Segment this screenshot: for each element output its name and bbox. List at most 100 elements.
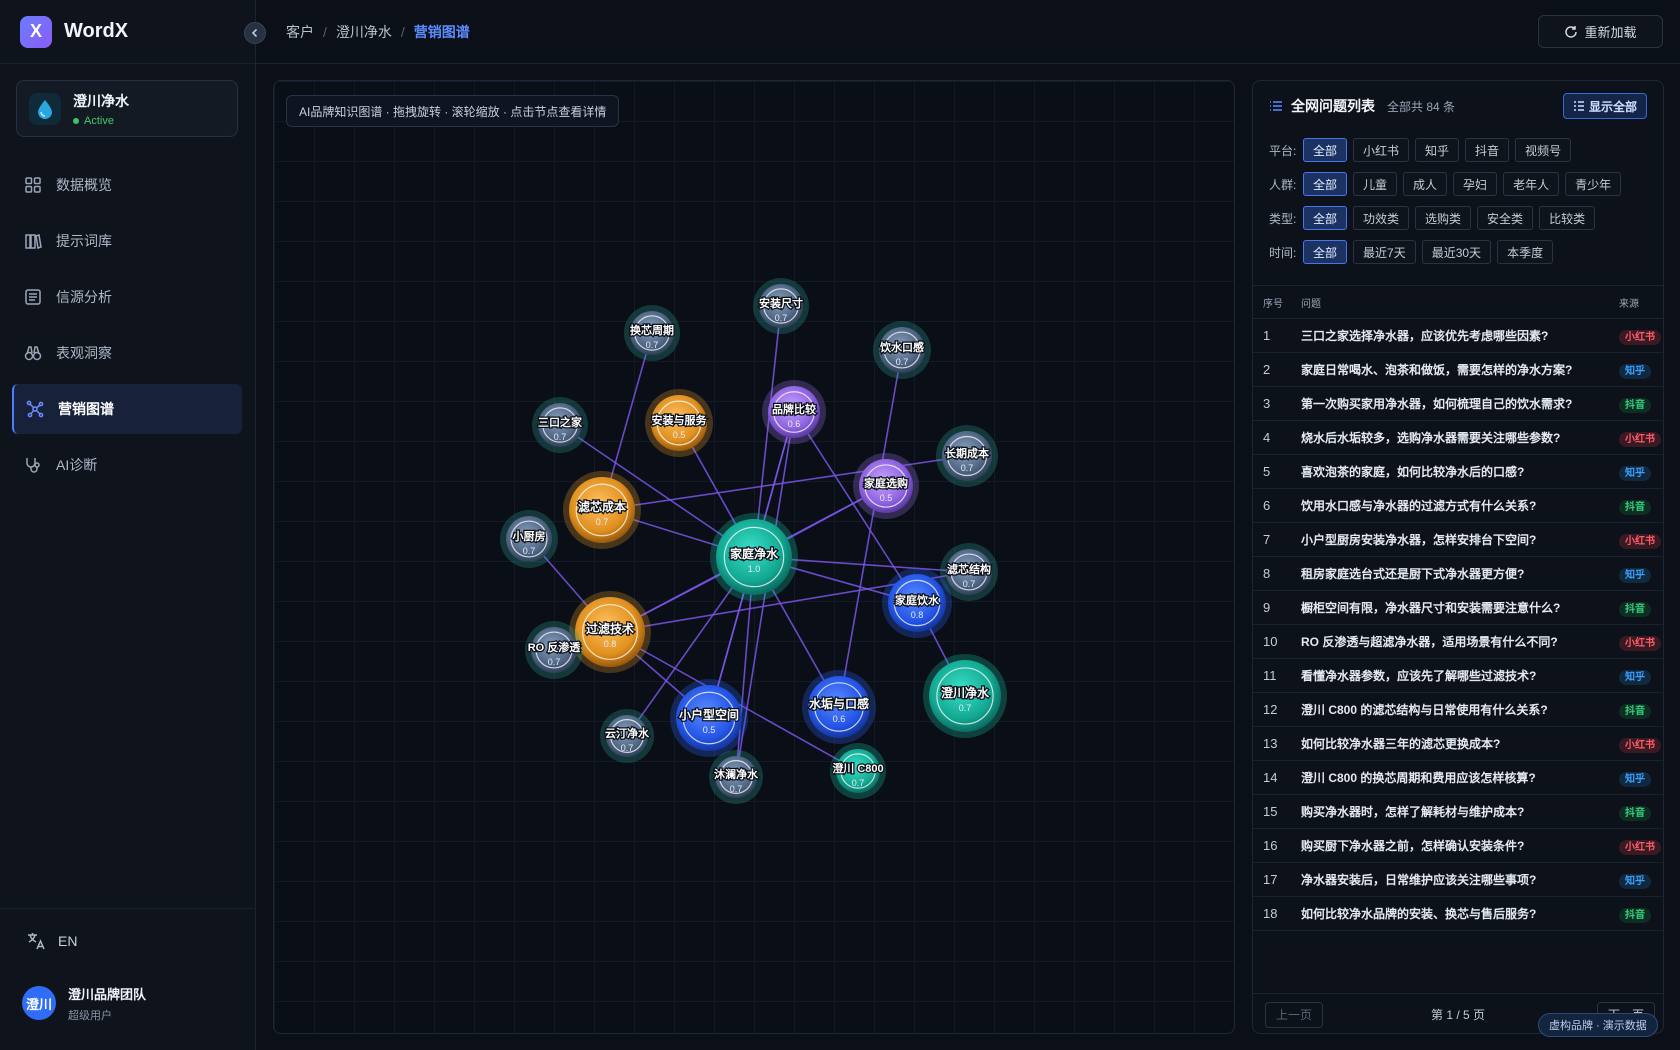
filter-chip[interactable]: 最近30天 [1421,240,1492,264]
status-text: Active [84,114,114,127]
filter-chip[interactable]: 全部 [1303,240,1348,264]
graph-node[interactable]: 滤芯成本 0.7 [563,471,641,549]
filter-chip[interactable]: 青少年 [1565,172,1622,196]
graph-node[interactable]: 小户型空间 0.5 [670,679,748,757]
nav-item-prompts[interactable]: 提示词库 [12,216,242,266]
workspace-status: Active [73,115,129,127]
graph-node[interactable]: 过滤技术 0.8 [569,591,651,673]
filter-chip[interactable]: 最近7天 [1353,240,1416,264]
table-row[interactable]: 1 三口之家选择净水器，应该优先考虑哪些因素? 小红书 [1253,319,1663,353]
filter-label: 时间: [1269,245,1297,260]
prev-page-button[interactable]: 上一页 [1265,1001,1324,1028]
question-list-panel: 全网问题列表 全部共 84 条 显示全部 平台: 全部 小红书 知乎 抖音 视频号 人群: 全… [1252,80,1664,1034]
filter-chip[interactable]: 选购类 [1415,206,1472,230]
table-row[interactable]: 8 租房家庭选台式还是厨下式净水器更方便? 知乎 [1253,557,1663,591]
node-value: 0.7 [730,784,743,794]
table-row[interactable]: 3 第一次购买家用净水器，如何梳理自己的饮水需求? 抖音 [1253,387,1663,421]
reload-button[interactable]: 重新加载 [1538,15,1663,48]
node-value: 0.8 [604,639,617,649]
node-value: 0.7 [963,579,976,589]
node-value: 0.5 [673,430,686,440]
language-toggle[interactable]: EN [0,909,256,973]
filter-chip[interactable]: 比较类 [1539,206,1596,230]
graph-node[interactable]: 小厨房 0.7 [500,510,558,568]
node-label: 澄川 C800 [832,761,883,775]
node-label: 安装与服务 [652,413,708,427]
node-value: 0.6 [788,419,801,429]
breadcrumb-item-clients[interactable]: 客户 [286,22,314,42]
nav-item-ai-diagnosis[interactable]: AI诊断 [12,440,242,490]
question-table: 1 三口之家选择净水器，应该优先考虑哪些因素? 小红书 2 家庭日常喝水、泡茶和做饭，需… [1253,319,1663,931]
graph-node[interactable]: 云汀净水 0.7 [600,709,654,763]
nav-item-insights[interactable]: 表观洞察 [12,328,242,378]
show-all-button[interactable]: 显示全部 [1562,93,1647,119]
graph-node[interactable]: 家庭选购 0.5 [853,453,919,519]
filter-chip[interactable]: 小红书 [1353,138,1410,162]
nav-item-sources[interactable]: 信源分析 [12,272,242,322]
filter-chip[interactable]: 视频号 [1515,138,1572,162]
binoculars-icon [24,346,42,361]
node-label: 小户型空间 [679,707,739,722]
table-row[interactable]: 16 购买厨下净水器之前，怎样确认安装条件? 小红书 [1253,829,1663,863]
panel-title: 全网问题列表 [1291,98,1375,114]
graph-node[interactable]: 饮水口感 0.7 [873,321,931,379]
graph-node[interactable]: 换芯周期 0.7 [624,305,680,361]
table-row[interactable]: 15 购买净水器时，怎样了解耗材与维护成本? 抖音 [1253,795,1663,829]
filter-chip[interactable]: 儿童 [1353,172,1398,196]
breadcrumb-item-client[interactable]: 澄川净水 [336,22,392,42]
breadcrumb-separator: / [323,23,327,40]
node-value: 0.6 [833,714,846,724]
filter-chip[interactable]: 老年人 [1503,172,1560,196]
filter-chip[interactable]: 成人 [1403,172,1448,196]
row-number: 13 [1263,736,1278,751]
knowledge-graph-canvas[interactable]: 家庭净水 1.0 安装尺寸 0.7 换芯周期 0.7 饮水口感 0.7 三口之家 0.7 安装与服务… [273,80,1235,1034]
nav-item-marketing-graph[interactable]: 营销图谱 [12,384,242,434]
language-label: EN [58,933,78,949]
filter-chip[interactable]: 知乎 [1415,138,1460,162]
graph-node[interactable]: 家庭净水 1.0 [710,513,798,601]
node-value: 0.7 [554,432,567,442]
graph-node[interactable]: 家庭饮水 0.8 [882,568,952,638]
user-profile[interactable]: 澄川 澄川品牌团队 超级用户 [0,973,256,1033]
filter-chip[interactable]: 全部 [1303,206,1348,230]
graph-node[interactable]: 沐澜净水 0.7 [709,750,763,804]
filter-chip[interactable]: 全部 [1303,138,1348,162]
filter-chip[interactable]: 孕妇 [1453,172,1498,196]
table-row[interactable]: 9 橱柜空间有限，净水器尺寸和安装需要注意什么? 抖音 [1253,591,1663,625]
table-row[interactable]: 14 澄川 C800 的换芯周期和费用应该怎样核算? 知乎 [1253,761,1663,795]
source-badge: 小红书 [1619,840,1661,855]
table-row[interactable]: 7 小户型厨房安装净水器，怎样安排台下空间? 小红书 [1253,523,1663,557]
table-row[interactable]: 13 如何比较净水器三年的滤芯更换成本? 小红书 [1253,727,1663,761]
graph-node[interactable]: 安装与服务 0.5 [645,389,713,457]
table-row[interactable]: 18 如何比较净水品牌的安装、换芯与售后服务? 抖音 [1253,897,1663,931]
table-row[interactable]: 12 澄川 C800 的滤芯结构与日常使用有什么关系? 抖音 [1253,693,1663,727]
graph-node[interactable]: 安装尺寸 0.7 [753,278,809,334]
graph-node[interactable]: 水垢与口感 0.6 [802,670,876,744]
graph-node[interactable]: RO 反渗透 0.7 [525,621,583,679]
breadcrumb-separator: / [400,23,405,40]
nav-item-overview[interactable]: 数据概览 [12,160,242,210]
filter-chip[interactable]: 功效类 [1353,206,1410,230]
breadcrumb-item-current: 营销图谱 [413,23,470,40]
node-value: 0.7 [548,657,561,667]
graph-node[interactable]: 三口之家 0.7 [532,397,588,453]
graph-svg[interactable]: 家庭净水 1.0 安装尺寸 0.7 换芯周期 0.7 饮水口感 0.7 三口之家 0.7 安装与服务… [274,81,1235,1034]
graph-node[interactable]: 澄川 C800 0.7 [830,743,886,799]
graph-node[interactable]: 品牌比较 0.6 [762,380,826,444]
graph-node[interactable]: 澄川净水 0.7 [923,654,1007,738]
filter-chip[interactable]: 安全类 [1477,206,1534,230]
table-row[interactable]: 17 净水器安装后，日常维护应该关注哪些事项? 知乎 [1253,863,1663,897]
graph-node[interactable]: 长期成本 0.7 [936,425,998,487]
filter-chip[interactable]: 全部 [1303,172,1348,196]
table-row[interactable]: 10 RO 反渗透与超滤净水器，适用场景有什么不同? 小红书 [1253,625,1663,659]
table-row[interactable]: 5 喜欢泡茶的家庭，如何比较净水后的口感? 知乎 [1253,455,1663,489]
row-number: 3 [1263,396,1271,411]
filter-chip[interactable]: 本季度 [1497,240,1554,264]
table-row[interactable]: 4 烧水后水垢较多，选购净水器需要关注哪些参数? 小红书 [1253,421,1663,455]
table-row[interactable]: 6 饮用水口感与净水器的过滤方式有什么关系? 抖音 [1253,489,1663,523]
workspace-card[interactable]: 澄川净水 Active [16,80,238,137]
table-row[interactable]: 11 看懂净水器参数，应该先了解哪些过滤技术? 知乎 [1253,659,1663,693]
graph-hint: AI品牌知识图谱 · 拖拽旋转 · 滚轮缩放 · 点击节点查看详情 [286,95,620,127]
filter-chip[interactable]: 抖音 [1465,138,1510,162]
table-row[interactable]: 2 家庭日常喝水、泡茶和做饭，需要怎样的净水方案? 知乎 [1253,353,1663,387]
